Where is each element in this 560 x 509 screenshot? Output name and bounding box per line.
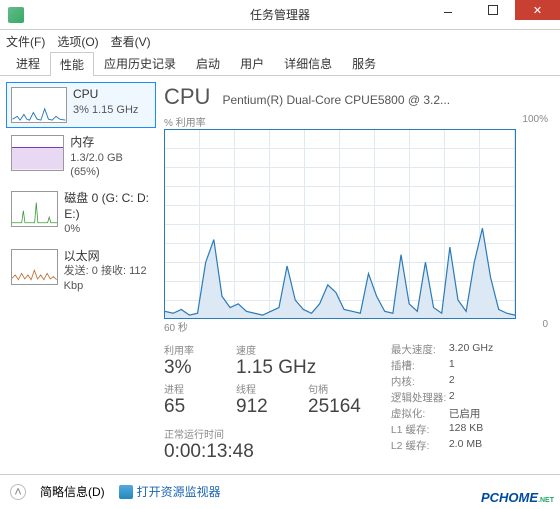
- menu-options[interactable]: 选项(O): [57, 33, 98, 50]
- proc-value: 65: [164, 396, 214, 418]
- tab-services[interactable]: 服务: [342, 51, 386, 75]
- chevron-up-icon[interactable]: ˄: [10, 484, 26, 500]
- thread-label: 线程: [236, 381, 286, 396]
- xleft: 60 秒: [164, 319, 188, 334]
- sidebar-item-cpu[interactable]: CPU3% 1.15 GHz: [6, 82, 156, 128]
- footer: ˄ 简略信息(D) 打开资源监视器: [0, 474, 560, 508]
- ethernet-label: 以太网: [64, 249, 151, 265]
- maximize-button[interactable]: [470, 0, 515, 20]
- tab-details[interactable]: 详细信息: [274, 51, 342, 75]
- cpu-sub: 3% 1.15 GHz: [73, 103, 138, 117]
- ymax: 100%: [522, 114, 548, 129]
- sidebar: CPU3% 1.15 GHz 内存1.3/2.0 GB (65%) 磁盘 0 (…: [0, 76, 156, 474]
- sidebar-item-ethernet[interactable]: 以太网发送: 0 接收: 112 Kbp: [6, 244, 156, 298]
- thread-value: 912: [236, 396, 286, 418]
- handle-label: 句柄: [308, 381, 361, 396]
- main-title: CPU: [164, 84, 210, 110]
- close-button[interactable]: [515, 0, 560, 20]
- speed-label: 速度: [236, 342, 316, 357]
- tab-users[interactable]: 用户: [230, 51, 274, 75]
- uptime-value: 0:00:13:48: [164, 441, 361, 463]
- watermark: PCHOME.NET: [481, 490, 554, 505]
- uptime-label: 正常运行时间: [164, 426, 361, 441]
- disk-sub: 0%: [64, 222, 151, 236]
- fewer-details-link[interactable]: 简略信息(D): [40, 483, 105, 500]
- tab-processes[interactable]: 进程: [6, 51, 50, 75]
- window-controls: [425, 0, 560, 20]
- app-icon: [8, 7, 24, 23]
- cpu-thumb-icon: [11, 87, 67, 123]
- proc-label: 进程: [164, 381, 214, 396]
- tab-apphistory[interactable]: 应用历史记录: [94, 51, 186, 75]
- memory-sub: 1.3/2.0 GB (65%): [70, 151, 151, 180]
- xright: 0: [542, 319, 548, 334]
- resmon-icon: [119, 485, 133, 499]
- disk-label: 磁盘 0 (G: C: D: E:): [64, 191, 151, 222]
- main-subtitle: Pentium(R) Dual-Core CPUE5800 @ 3.2...: [222, 93, 450, 107]
- ethernet-sub: 发送: 0 接收: 112 Kbp: [64, 264, 151, 293]
- sidebar-item-memory[interactable]: 内存1.3/2.0 GB (65%): [6, 130, 156, 184]
- memory-thumb-icon: [11, 135, 64, 171]
- tab-startup[interactable]: 启动: [186, 51, 230, 75]
- menubar: 文件(F) 选项(O) 查看(V): [0, 30, 560, 52]
- titlebar: 任务管理器: [0, 0, 560, 30]
- tab-performance[interactable]: 性能: [50, 52, 94, 76]
- tabs: 进程 性能 应用历史记录 启动 用户 详细信息 服务: [0, 52, 560, 76]
- handle-value: 25164: [308, 396, 361, 418]
- cpu-label: CPU: [73, 87, 138, 103]
- sidebar-item-disk[interactable]: 磁盘 0 (G: C: D: E:)0%: [6, 186, 156, 241]
- menu-file[interactable]: 文件(F): [6, 33, 45, 50]
- main-panel: CPU Pentium(R) Dual-Core CPUE5800 @ 3.2.…: [156, 76, 560, 474]
- ethernet-thumb-icon: [11, 249, 58, 285]
- window-title: 任务管理器: [250, 6, 310, 23]
- util-value: 3%: [164, 357, 214, 379]
- menu-view[interactable]: 查看(V): [111, 33, 151, 50]
- minimize-button[interactable]: [425, 0, 470, 20]
- memory-label: 内存: [70, 135, 151, 151]
- disk-thumb-icon: [11, 191, 58, 227]
- ylabel: % 利用率: [164, 114, 206, 129]
- speed-value: 1.15 GHz: [236, 357, 316, 379]
- cpu-chart: [164, 129, 516, 319]
- resource-monitor-link[interactable]: 打开资源监视器: [119, 483, 221, 500]
- cpu-details: 最大速度:3.20 GHz 插槽:1 内核:2 逻辑处理器:2 虚拟化:已启用 …: [391, 342, 493, 463]
- content: CPU3% 1.15 GHz 内存1.3/2.0 GB (65%) 磁盘 0 (…: [0, 76, 560, 474]
- util-label: 利用率: [164, 342, 214, 357]
